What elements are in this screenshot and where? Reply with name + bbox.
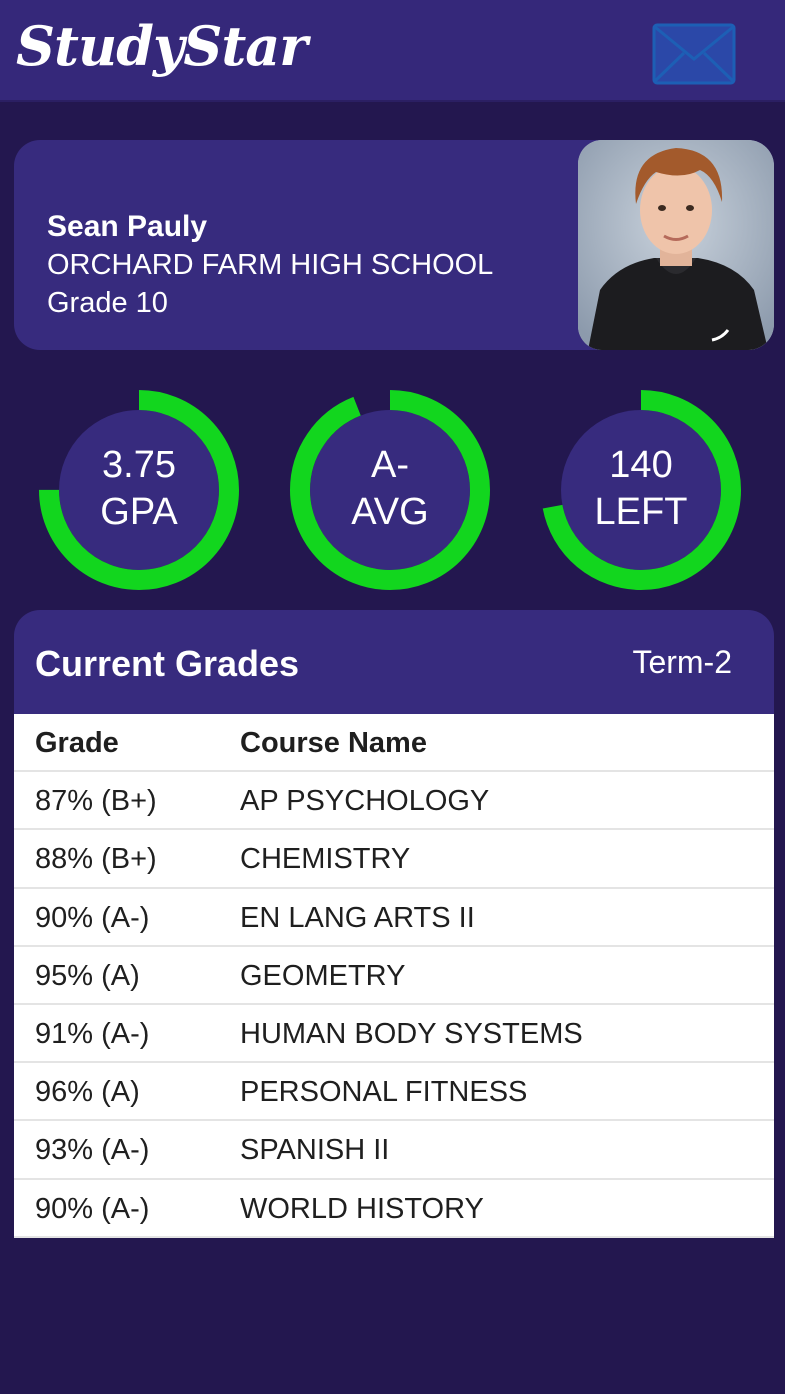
table-row[interactable]: 90% (A-) EN LANG ARTS II (14, 889, 774, 947)
column-header-course: Course Name (240, 727, 427, 759)
table-row[interactable]: 87% (B+) AP PSYCHOLOGY (14, 772, 774, 831)
grades-header: Current Grades Term-2 (14, 610, 774, 714)
gpa-value: 3.75 (102, 444, 176, 486)
course-cell: WORLD HISTORY (240, 1192, 484, 1225)
course-cell: HUMAN BODY SYSTEMS (240, 1017, 583, 1050)
gpa-label: GPA (100, 491, 178, 533)
table-row[interactable]: 90% (A-) WORLD HISTORY (14, 1180, 774, 1238)
average-stat-ring: A- AVG (290, 390, 490, 590)
course-cell: EN LANG ARTS II (240, 901, 475, 934)
top-app-bar: StudyStar (0, 0, 785, 102)
grade-cell: 90% (A-) (35, 1192, 150, 1225)
table-row[interactable]: 96% (A) PERSONAL FITNESS (14, 1063, 774, 1122)
table-row[interactable]: 93% (A-) SPANISH II (14, 1121, 774, 1180)
grade-cell: 88% (B+) (35, 843, 157, 876)
profile-info: Sean Pauly ORCHARD FARM HIGH SCHOOL Grad… (47, 208, 493, 322)
current-grades-card: Current Grades Term-2 Grade Course Name … (14, 610, 774, 1239)
school-name: ORCHARD FARM HIGH SCHOOL (47, 249, 494, 281)
app-logo-text: StudyStar (16, 14, 308, 78)
grade-cell: 87% (B+) (35, 785, 157, 818)
grade-cell: 91% (A-) (35, 1017, 150, 1050)
table-row[interactable]: 91% (A-) HUMAN BODY SYSTEMS (14, 1005, 774, 1064)
table-header-row: Grade Course Name (14, 714, 774, 773)
grade-cell: 93% (A-) (35, 1134, 150, 1167)
average-label: AVG (351, 491, 429, 533)
grades-title: Current Grades (35, 643, 300, 684)
days-left-stat-ring: 140 LEFT (541, 390, 741, 590)
course-cell: AP PSYCHOLOGY (240, 785, 490, 818)
column-header-grade: Grade (35, 727, 119, 759)
table-row[interactable]: 95% (A) GEOMETRY (14, 947, 774, 1005)
course-cell: SPANISH II (240, 1134, 390, 1167)
messages-button[interactable] (652, 23, 736, 85)
envelope-icon (652, 23, 736, 85)
term-selector[interactable]: Term-2 (632, 644, 732, 681)
grades-table: Grade Course Name 87% (B+) AP PSYCHOLOGY 8… (14, 714, 774, 1238)
student-name: Sean Pauly (47, 210, 208, 243)
course-cell: CHEMISTRY (240, 843, 411, 876)
student-avatar (578, 140, 774, 350)
table-row[interactable]: 88% (B+) CHEMISTRY (14, 830, 774, 889)
grade-cell: 90% (A-) (35, 901, 150, 934)
course-cell: PERSONAL FITNESS (240, 1076, 528, 1109)
days-left-value: 140 (609, 444, 673, 486)
course-cell: GEOMETRY (240, 959, 406, 992)
grade-cell: 96% (A) (35, 1076, 140, 1109)
student-profile-card: Sean Pauly ORCHARD FARM HIGH SCHOOL Grad… (14, 140, 774, 350)
average-value: A- (371, 444, 409, 486)
grade-level: Grade 10 (47, 287, 168, 319)
days-left-label: LEFT (594, 491, 688, 533)
gpa-stat-ring: 3.75 GPA (39, 390, 239, 590)
grade-cell: 95% (A) (35, 959, 140, 992)
